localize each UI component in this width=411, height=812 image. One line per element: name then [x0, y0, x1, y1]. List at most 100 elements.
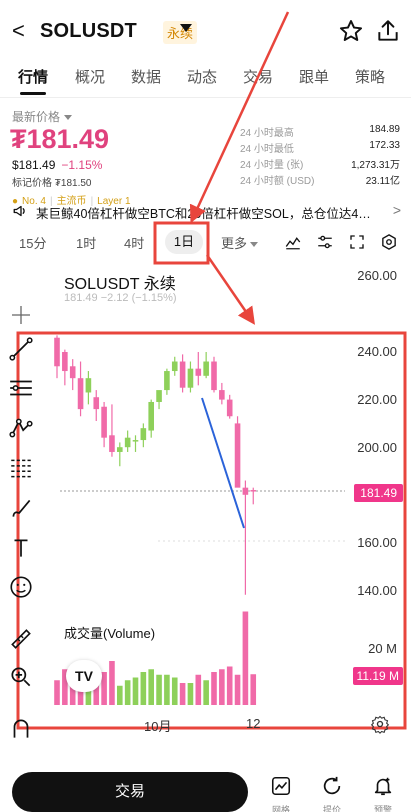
star-icon[interactable] [338, 18, 364, 44]
grid-button[interactable]: 网格 [261, 775, 301, 812]
candle [77, 378, 84, 410]
candle [195, 368, 202, 376]
latest-price-label[interactable]: 最新价格 [12, 108, 73, 125]
volume-bar [140, 672, 147, 705]
timeframe-1d[interactable]: 1日 [165, 230, 203, 254]
tab-trade[interactable]: 交易 [243, 66, 273, 87]
stat-row: 24 小时最高 184.89 [240, 124, 400, 140]
symbol-title[interactable]: SOLUSDT [40, 20, 137, 43]
volume-title: 成交量(Volume) [64, 626, 156, 641]
alert-label: 预警 [373, 805, 392, 812]
trade-button[interactable]: 交易 [12, 772, 248, 812]
trend-line [201, 397, 245, 529]
magnet-icon[interactable] [8, 716, 34, 742]
candle [226, 399, 233, 417]
candle [85, 378, 92, 393]
volume-bar [164, 674, 170, 705]
candle [179, 361, 186, 388]
volume-bar [171, 677, 178, 705]
zoom-icon[interactable] [8, 664, 34, 690]
settings-sliders-icon[interactable] [316, 233, 334, 251]
chart-title: SOLUSDT 永续 [64, 276, 176, 293]
news-ticker[interactable]: 某巨鲸40倍杠杆做空BTC和20倍杠杆做空SOL，总仓位达4… > [10, 202, 405, 222]
volume-bar [226, 666, 233, 705]
y-tick-label: 220.00 [357, 392, 397, 407]
alarm-bell-icon [374, 777, 392, 796]
tradingview-logo: TV [66, 660, 102, 692]
y-tick-label: 260.00 [357, 268, 397, 283]
y-tick-label: 200.00 [357, 440, 397, 455]
volume-bar [117, 685, 123, 705]
candle [132, 440, 139, 442]
candle [54, 337, 60, 367]
price-refresh-button[interactable]: 提价 [312, 775, 352, 812]
stat-row: 24 小时量 (张) 1,273.31万 [240, 156, 400, 172]
symbol-dropdown-icon[interactable] [180, 24, 192, 32]
candle [242, 487, 249, 495]
ohlc-readout: 181.49 −2.12 (−1.15%) [64, 292, 177, 304]
indicator-icon[interactable] [284, 233, 302, 251]
chevron-down-icon [64, 115, 73, 121]
active-tab-indicator [20, 92, 46, 95]
price-change: −1.15% [61, 158, 103, 172]
volume-bar [219, 669, 225, 705]
stat-value: 172.33 [369, 140, 400, 151]
candle [211, 361, 217, 391]
timeframe-bar: 15分 1时 4时 1日 更多 [0, 230, 411, 254]
hexagon-settings-icon[interactable] [380, 233, 398, 251]
tab-overview[interactable]: 概况 [75, 66, 105, 87]
big-price: ₮181.49 [10, 124, 110, 154]
stat-label: 24 小时额 (USD) [240, 176, 315, 187]
line-tool-icon[interactable] [8, 336, 34, 362]
emoji-icon[interactable] [8, 574, 34, 600]
fibonacci-icon[interactable] [8, 455, 34, 481]
y-tick-label: 240.00 [357, 344, 397, 359]
alert-button[interactable]: 预警 [363, 775, 403, 812]
candle [69, 366, 76, 379]
volume-bar [156, 674, 162, 705]
tab-data[interactable]: 数据 [131, 66, 161, 87]
refresh-icon [323, 776, 341, 795]
candle [164, 371, 170, 391]
volume-bar [124, 680, 131, 705]
ruler-icon[interactable] [8, 626, 34, 652]
brush-icon[interactable] [8, 495, 34, 521]
horizontal-lines-icon[interactable] [8, 375, 34, 401]
annotation-arrow [205, 254, 255, 325]
chart-settings-gear-icon[interactable] [370, 714, 390, 734]
pattern-tool-icon[interactable] [8, 415, 34, 441]
x-tick-label: 12 [246, 716, 261, 731]
text-tool-icon[interactable] [8, 535, 34, 561]
stat-value: 1,273.31万 [351, 160, 400, 171]
grid-label: 网格 [271, 805, 290, 812]
last-price-tag: 181.49 [354, 484, 403, 502]
tab-news[interactable]: 动态 [187, 66, 217, 87]
stat-label: 24 小时量 (张) [240, 160, 304, 171]
stat-label: 24 小时最高 [240, 128, 294, 139]
mark-price-line: 标记价格 ₮181.50 [12, 174, 91, 189]
volume-bar [148, 669, 154, 705]
share-icon[interactable] [375, 18, 401, 44]
volume-bar [187, 683, 194, 705]
timeframe-more[interactable]: 更多 [221, 233, 259, 252]
crosshair-icon[interactable] [12, 306, 30, 324]
timeframe-4h[interactable]: 4时 [124, 233, 144, 252]
stat-value: 23.11亿 [365, 176, 400, 187]
tab-market[interactable]: 行情 [18, 66, 48, 87]
tab-copy[interactable]: 跟单 [299, 66, 329, 87]
fullscreen-icon[interactable] [348, 233, 366, 251]
tab-strategy[interactable]: 策略 [355, 66, 385, 87]
candle [117, 447, 123, 452]
candle [234, 423, 241, 488]
y-tick-label: 160.00 [357, 535, 397, 550]
back-button[interactable]: < [12, 18, 25, 44]
news-more-icon[interactable]: > [393, 202, 401, 218]
candle [187, 368, 194, 388]
timeframe-15m[interactable]: 15分 [19, 233, 46, 252]
x-tick-label: 10月 [144, 719, 172, 734]
top-header: < SOLUSDT 永续 [0, 0, 411, 60]
timeframe-1h[interactable]: 1时 [76, 233, 96, 252]
volume-bar [195, 674, 202, 705]
volume-bar [132, 677, 139, 705]
stats-panel: 24 小时最高 184.89 24 小时最低 172.33 24 小时量 (张) 1,… [240, 124, 400, 188]
